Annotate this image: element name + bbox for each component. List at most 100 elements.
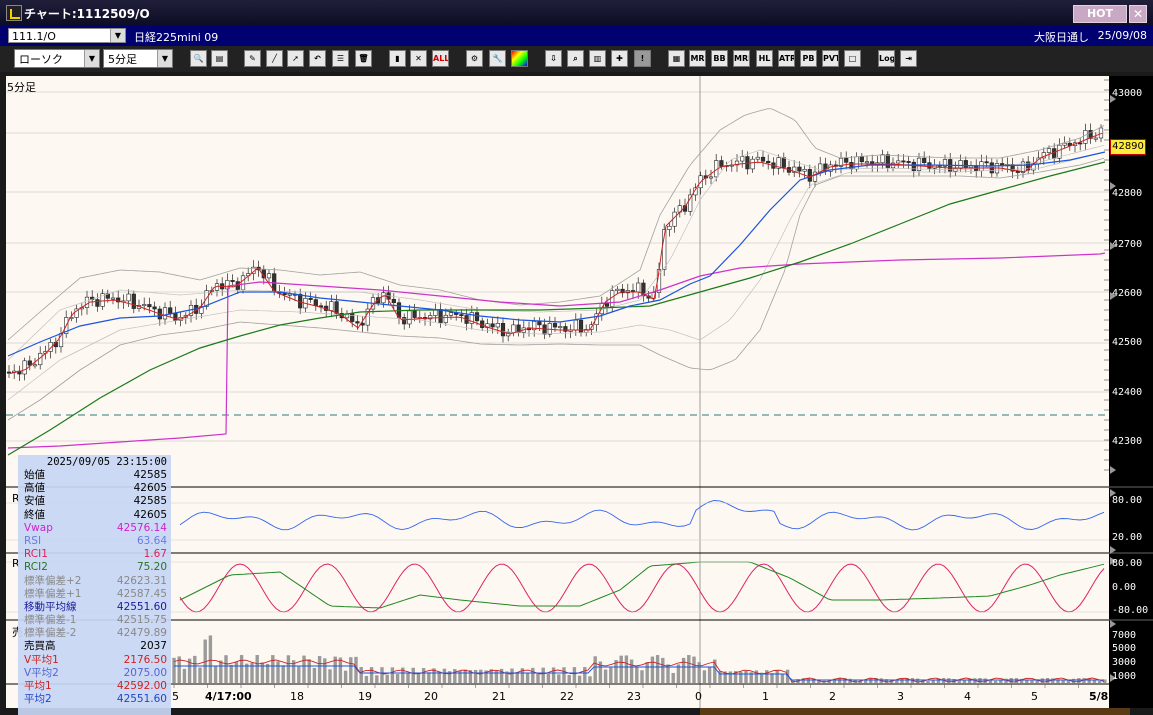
volume-bar <box>603 669 608 683</box>
candle-body <box>443 314 448 323</box>
volume-bar <box>572 667 577 683</box>
candle-body <box>110 297 116 300</box>
volume-tick-label: 5000 <box>1112 643 1136 654</box>
volume-bar <box>390 667 395 683</box>
volume-bar <box>624 655 629 683</box>
volume-bar <box>1025 680 1029 683</box>
volume-bar <box>536 673 540 683</box>
candle-body <box>740 156 745 162</box>
volume-bar <box>442 668 447 683</box>
volume-bar <box>609 667 613 683</box>
volume-bar <box>193 655 197 683</box>
volume-bar <box>213 666 218 683</box>
candle-body <box>1052 148 1057 159</box>
info-row: 標準偏差+2 42623.31 <box>18 575 171 588</box>
rci-tick-label: 80.00 <box>1112 558 1142 569</box>
candle-body <box>142 304 147 306</box>
volume-bar <box>1030 680 1034 683</box>
info-row-label: 平均2 <box>24 693 52 706</box>
current-price-tag: 42890 <box>1110 139 1146 155</box>
info-row-value: 42551.60 <box>116 693 167 706</box>
volume-bar <box>245 663 249 683</box>
info-row-value: 2037 <box>140 640 167 653</box>
candle-body <box>906 161 911 163</box>
candle-body <box>558 326 563 328</box>
candle-body <box>438 309 443 323</box>
info-row-value: 42605 <box>133 508 167 521</box>
info-row: 平均1 42592.00 <box>18 680 171 693</box>
candle-body <box>126 293 131 302</box>
time-axis-label: 5/8:45 <box>1089 690 1129 703</box>
volume-bar <box>364 675 369 683</box>
candle-body <box>1098 127 1104 139</box>
volume-bar <box>978 678 982 683</box>
rci-tick-label: 0.00 <box>1112 582 1136 593</box>
info-row-value: 42585 <box>133 469 167 481</box>
volume-bar <box>895 680 899 683</box>
volume-bar <box>328 669 332 683</box>
volume-bar <box>640 670 644 683</box>
candle-body <box>95 299 100 307</box>
rci1-line <box>179 563 1105 613</box>
candle-body <box>355 321 360 324</box>
candle-body <box>511 324 516 333</box>
info-row-value: 42576.14 <box>116 521 167 534</box>
volume-bar <box>182 668 187 683</box>
candle-body <box>963 160 968 168</box>
time-axis-label: 23 <box>627 690 641 703</box>
candle-body <box>490 323 495 328</box>
scrollbar-strip[interactable] <box>700 708 1130 715</box>
volume-bar <box>629 659 634 683</box>
volume-bar <box>765 670 769 683</box>
info-row-label: 高値 <box>24 482 45 495</box>
time-axis-label: 1 <box>762 690 769 703</box>
volume-bar <box>541 667 545 683</box>
candle-body <box>578 319 584 333</box>
volume-tick-label: 1000 <box>1112 671 1136 682</box>
time-axis-label: 4 <box>964 690 971 703</box>
volume-bar <box>702 670 707 683</box>
volume-bar <box>1097 680 1102 683</box>
volume-bar <box>671 672 675 683</box>
bollinger-lower-band <box>7 157 1105 421</box>
candle-body <box>563 326 568 332</box>
info-row-value: 42623.31 <box>116 574 167 587</box>
info-row-label: 平均1 <box>24 680 52 692</box>
candle-body <box>313 299 318 307</box>
volume-bar <box>707 666 712 683</box>
candle-body <box>797 166 802 172</box>
time-axis-label: 18 <box>290 690 304 703</box>
rsi-tick-label: 20.00 <box>1112 532 1142 543</box>
info-row-label: RSI <box>24 534 42 547</box>
info-row-label: 標準偏差+2 <box>24 574 82 587</box>
volume-bar <box>661 657 665 683</box>
volume-bar <box>219 660 223 683</box>
rsi-tick-label: 80.00 <box>1112 495 1142 506</box>
rci-tick-label: -80.00 <box>1112 605 1148 616</box>
volume-bar <box>276 661 280 683</box>
volume-bar <box>551 667 556 683</box>
info-row: 標準偏差-2 42479.89 <box>18 627 171 640</box>
volume-bar <box>744 670 748 683</box>
candle-body <box>537 321 542 326</box>
info-row-value: 1.67 <box>143 548 167 561</box>
time-axis-label: 3 <box>897 690 904 703</box>
volume-bar <box>458 670 462 683</box>
candle-body <box>152 306 157 310</box>
info-row: 標準偏差-1 42515.75 <box>18 614 171 627</box>
candle-body <box>412 310 417 318</box>
volume-bar <box>473 669 478 683</box>
volume-tick-label: 7000 <box>1112 630 1136 641</box>
candle-body <box>958 160 963 169</box>
volume-bar <box>375 675 379 683</box>
info-row-value: 63.64 <box>136 534 167 547</box>
info-row: 移動平均線 42551.60 <box>18 601 171 614</box>
volume-bar <box>323 658 327 683</box>
volume-bar <box>1009 678 1013 683</box>
info-row-label: 標準偏差-2 <box>24 627 77 640</box>
volume-bar <box>229 664 233 683</box>
info-row-label: 始値 <box>24 469 45 481</box>
volume-bar <box>260 662 265 683</box>
volume-bar <box>531 667 535 683</box>
candle-body <box>266 273 272 279</box>
